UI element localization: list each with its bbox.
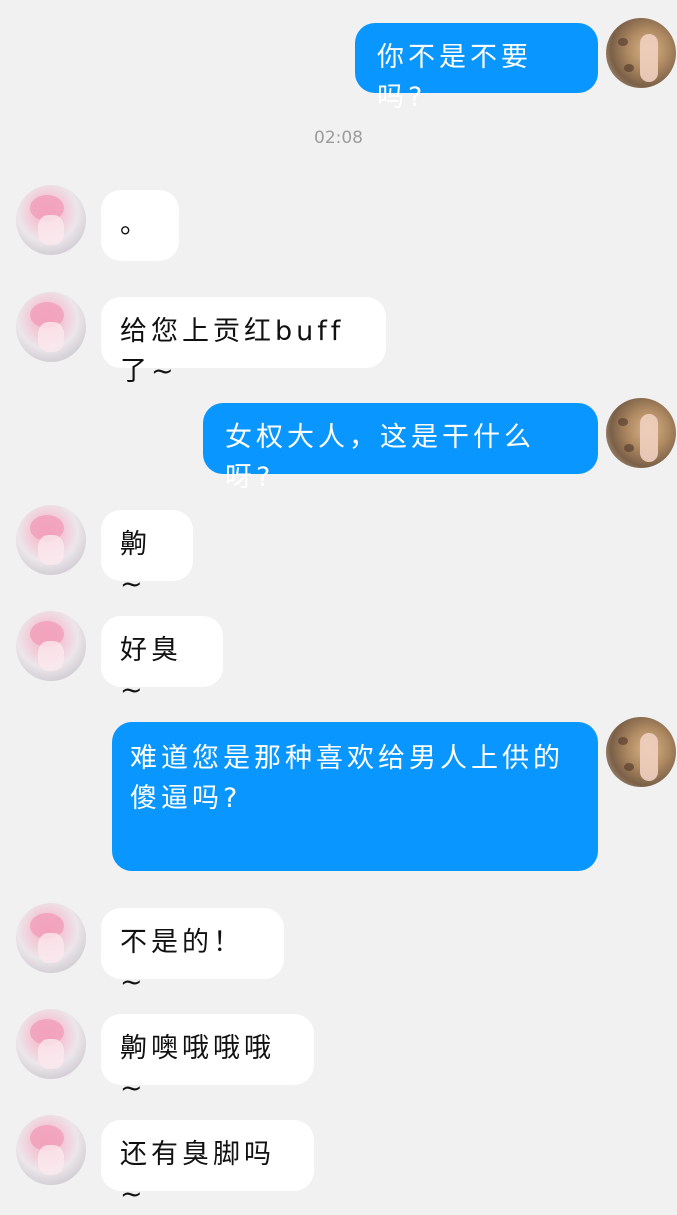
message-bubble-outgoing[interactable]: 女权大人，这是干什么呀? [203,403,598,493]
contact-avatar[interactable] [16,1009,86,1079]
message-bubble-incoming[interactable]: 还有臭脚吗~ [101,1120,314,1210]
self-avatar[interactable] [606,717,676,787]
chat-view[interactable]: 你不是不要吗? 02:08 。 给您上贡红buff了~ 女权大人，这是干什么呀?… [0,0,677,1210]
message-timestamp: 02:08 [314,128,363,148]
contact-avatar[interactable] [16,505,86,575]
message-row-outgoing: 你不是不要吗? [0,18,677,113]
message-bubble-incoming[interactable]: 不是的！~ [101,908,284,998]
contact-avatar[interactable] [16,903,86,973]
message-row-outgoing: 难道您是那种喜欢给男人上供的傻逼吗? [0,717,677,877]
message-bubble-outgoing[interactable]: 你不是不要吗? [355,23,598,113]
message-row-incoming: 还有臭脚吗~ [0,1115,677,1210]
message-bubble-incoming[interactable]: 齁噢哦哦哦~ [101,1014,314,1104]
message-row-outgoing: 女权大人，这是干什么呀? [0,398,677,493]
message-row-incoming: 不是的！~ [0,903,677,998]
contact-avatar[interactable] [16,292,86,362]
message-bubble-incoming[interactable]: 好臭~ [101,616,223,706]
contact-avatar[interactable] [16,1115,86,1185]
message-bubble-outgoing[interactable]: 难道您是那种喜欢给男人上供的傻逼吗? [112,722,598,871]
message-row-incoming: 齁噢哦哦哦~ [0,1009,677,1104]
contact-avatar[interactable] [16,611,86,681]
message-row-incoming: 好臭~ [0,611,677,706]
message-bubble-incoming[interactable]: 。 [101,190,179,261]
message-bubble-incoming[interactable]: 齁~ [101,510,193,600]
message-row-incoming: 齁~ [0,505,677,600]
self-avatar[interactable] [606,398,676,468]
message-row-incoming: 给您上贡红buff了~ [0,292,677,387]
message-bubble-incoming[interactable]: 给您上贡红buff了~ [101,297,386,387]
message-row-incoming: 。 [0,185,677,265]
contact-avatar[interactable] [16,185,86,255]
self-avatar[interactable] [606,18,676,88]
